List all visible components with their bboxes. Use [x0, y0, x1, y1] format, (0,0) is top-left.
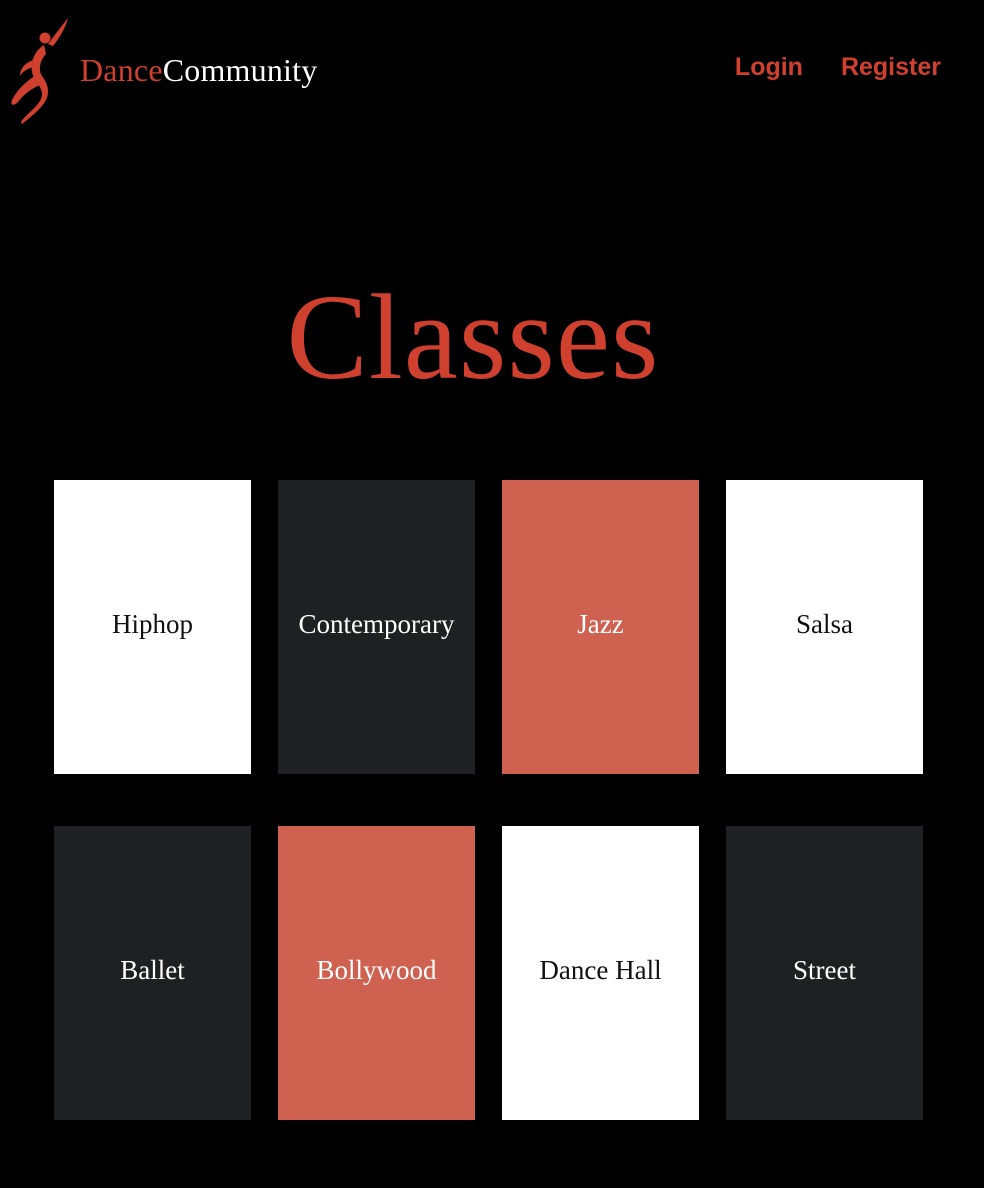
classes-grid: Hiphop Contemporary Jazz Salsa Ballet Bo… — [54, 480, 924, 1120]
class-card-street[interactable]: Street — [726, 826, 923, 1120]
class-card-contemporary[interactable]: Contemporary — [278, 480, 475, 774]
class-card-label: Bollywood — [316, 954, 437, 985]
top-nav: Login Register — [735, 50, 941, 84]
class-card-dance-hall[interactable]: Dance Hall — [502, 826, 699, 1120]
register-link[interactable]: Register — [841, 50, 941, 84]
class-card-label: Street — [793, 954, 856, 985]
site-logo[interactable]: DanceCommunity — [8, 16, 317, 126]
dancer-figure-icon — [11, 18, 68, 124]
class-card-jazz[interactable]: Jazz — [502, 480, 699, 774]
class-card-label: Salsa — [796, 608, 853, 639]
logo-text-community: Community — [162, 51, 318, 88]
logo-text-dance: Dance — [80, 51, 163, 88]
class-card-label: Dance Hall — [539, 954, 662, 985]
page-title: Classes — [286, 270, 660, 405]
logo-wordmark: DanceCommunity — [80, 52, 317, 89]
class-card-ballet[interactable]: Ballet — [54, 826, 251, 1120]
class-card-label: Jazz — [577, 608, 624, 639]
class-card-label: Ballet — [120, 954, 185, 985]
site-header: DanceCommunity Login Register — [0, 0, 984, 140]
class-card-label: Contemporary — [298, 608, 455, 639]
class-card-salsa[interactable]: Salsa — [726, 480, 923, 774]
class-card-label: Hiphop — [112, 608, 193, 639]
class-card-hiphop[interactable]: Hiphop — [54, 480, 251, 774]
login-link[interactable]: Login — [735, 50, 803, 84]
class-card-bollywood[interactable]: Bollywood — [278, 826, 475, 1120]
